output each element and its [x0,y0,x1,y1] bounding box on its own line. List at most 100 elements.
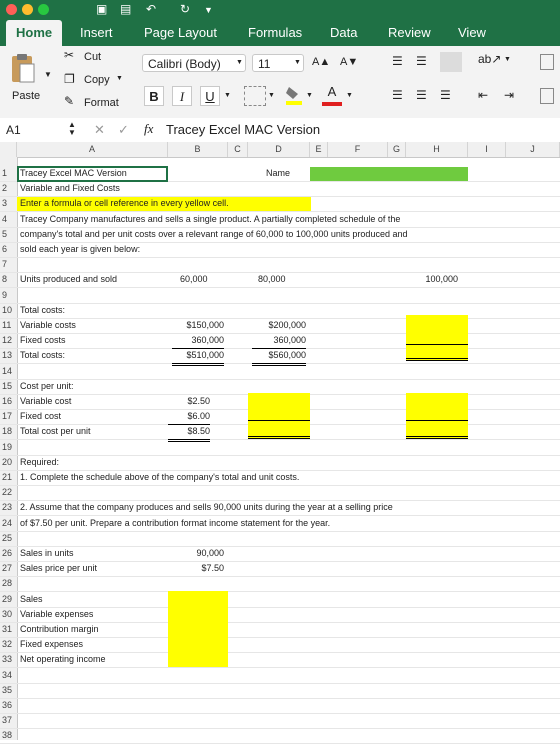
column-header-d[interactable]: D [248,142,310,157]
row-header[interactable]: 33 [0,652,13,667]
font-color-dropdown-icon[interactable]: ▼ [346,92,353,99]
cell-b13[interactable]: $510,000 [172,348,224,366]
cell-a24[interactable]: of $7.50 per unit. Prepare a contributio… [20,516,330,531]
row-header[interactable]: 29 [0,592,13,607]
cell-a2[interactable]: Variable and Fixed Costs [20,181,120,196]
formula-input[interactable]: Tracey Excel MAC Version [166,122,320,137]
decrease-indent-icon[interactable]: ⇤ [478,88,488,102]
cell-d1[interactable]: Name [266,166,290,181]
cell-a5[interactable]: company's total and per unit costs over … [20,227,407,242]
row-header[interactable]: 7 [0,257,13,272]
cell-a18[interactable]: Total cost per unit [20,424,91,439]
row-header[interactable]: 15 [0,379,13,394]
sidebar-icon[interactable]: ▣ [96,2,107,16]
paste-button[interactable] [8,52,36,86]
format-painter-button[interactable]: Format [84,97,119,109]
row-header[interactable]: 21 [0,470,13,485]
row-header[interactable]: 8 [0,272,13,287]
cell-a33[interactable]: Net operating income [20,652,106,667]
column-header-c[interactable]: C [228,142,248,157]
tab-formulas[interactable]: Formulas [238,20,312,46]
name-box-stepper-icon[interactable]: ▲ ▼ [68,121,76,137]
scissors-icon[interactable]: ✂ [64,48,74,62]
row-header[interactable]: 20 [0,455,13,470]
cell-a15[interactable]: Cost per unit: [20,379,74,394]
select-all-corner[interactable] [0,142,17,157]
customize-toolbar-icon[interactable]: ▼ [204,5,213,15]
font-name-select[interactable]: Calibri (Body) [142,54,246,72]
cell-d8[interactable]: 80,000 [258,272,286,287]
redo-icon[interactable]: ↻ [180,2,190,16]
font-name-dropdown-icon[interactable]: ▼ [236,59,243,66]
row-header[interactable]: 35 [0,683,13,698]
cell-a3[interactable]: Enter a formula or cell reference in eve… [20,196,229,211]
row-header[interactable]: 3 [0,196,13,211]
orientation-icon[interactable]: ab↗ [478,52,501,66]
save-icon[interactable]: ▤ [120,2,131,16]
row-header[interactable]: 18 [0,424,13,439]
cell-b16[interactable]: $2.50 [168,394,210,409]
close-window-button[interactable] [6,4,17,15]
italic-button[interactable]: I [172,86,192,106]
row-header[interactable]: 27 [0,561,13,576]
enter-icon[interactable]: ✓ [118,122,129,138]
align-bottom-icon[interactable] [440,52,462,72]
cell-b12[interactable]: 360,000 [172,333,224,349]
cut-button[interactable]: Cut [84,51,101,63]
fill-color-dropdown-icon[interactable]: ▼ [306,92,313,99]
column-header-b[interactable]: B [168,142,228,157]
align-center-icon[interactable]: ☰ [416,88,427,102]
cancel-icon[interactable]: ✕ [94,122,105,138]
row-header[interactable]: 17 [0,409,13,424]
row-header[interactable]: 9 [0,288,13,303]
cell-a20[interactable]: Required: [20,455,59,470]
cell-b18[interactable]: $8.50 [168,424,210,442]
cell-a10[interactable]: Total costs: [20,303,65,318]
minimize-window-button[interactable] [22,4,33,15]
cell-a12[interactable]: Fixed costs [20,333,66,348]
row-header[interactable]: 37 [0,713,13,728]
tab-page-layout[interactable]: Page Layout [134,20,227,46]
row-header[interactable]: 6 [0,242,13,257]
cell-a4[interactable]: Tracey Company manufactures and sells a … [20,212,400,227]
answer-cells-h16-h18[interactable] [406,393,468,439]
row-header[interactable]: 36 [0,698,13,713]
column-header-h[interactable]: H [406,142,468,157]
fill-color-icon[interactable] [284,84,304,106]
column-header-a[interactable]: A [17,142,168,157]
answer-cells-d16-d18[interactable] [248,393,310,439]
cell-a11[interactable]: Variable costs [20,318,76,333]
row-header[interactable]: 11 [0,318,13,333]
answer-cells-h11-h13[interactable] [406,315,468,361]
row-header[interactable]: 32 [0,637,13,652]
zoom-window-button[interactable] [38,4,49,15]
paste-dropdown-icon[interactable]: ▼ [44,70,52,79]
row-header[interactable]: 4 [0,212,13,227]
row-header[interactable]: 13 [0,348,13,363]
function-icon[interactable]: fx [144,121,153,137]
align-middle-icon[interactable]: ☰ [416,54,427,68]
column-header-e[interactable]: E [310,142,328,157]
cell-a23[interactable]: 2. Assume that the company produces and … [20,500,393,515]
cell-b17[interactable]: $6.00 [168,409,210,425]
cell-a17[interactable]: Fixed cost [20,409,61,424]
row-header[interactable]: 2 [0,181,13,196]
undo-icon[interactable]: ↶ [146,2,156,16]
tab-insert[interactable]: Insert [70,20,123,46]
row-header[interactable]: 34 [0,668,13,683]
cell-a8[interactable]: Units produced and sold [20,272,117,287]
column-header-j[interactable]: J [506,142,560,157]
row-header[interactable]: 25 [0,531,13,546]
orientation-dropdown-icon[interactable]: ▼ [504,56,511,63]
row-header[interactable]: 31 [0,622,13,637]
cell-a30[interactable]: Variable expenses [20,607,93,622]
align-top-icon[interactable]: ☰ [392,54,403,68]
format-painter-icon[interactable]: ✎ [64,94,74,108]
row-header[interactable]: 24 [0,516,13,531]
row-header[interactable]: 38 [0,728,13,743]
row-header[interactable]: 12 [0,333,13,348]
cell-a16[interactable]: Variable cost [20,394,71,409]
cell-a32[interactable]: Fixed expenses [20,637,83,652]
row-header[interactable]: 22 [0,485,13,500]
grow-font-button[interactable]: A▲ [312,56,330,68]
